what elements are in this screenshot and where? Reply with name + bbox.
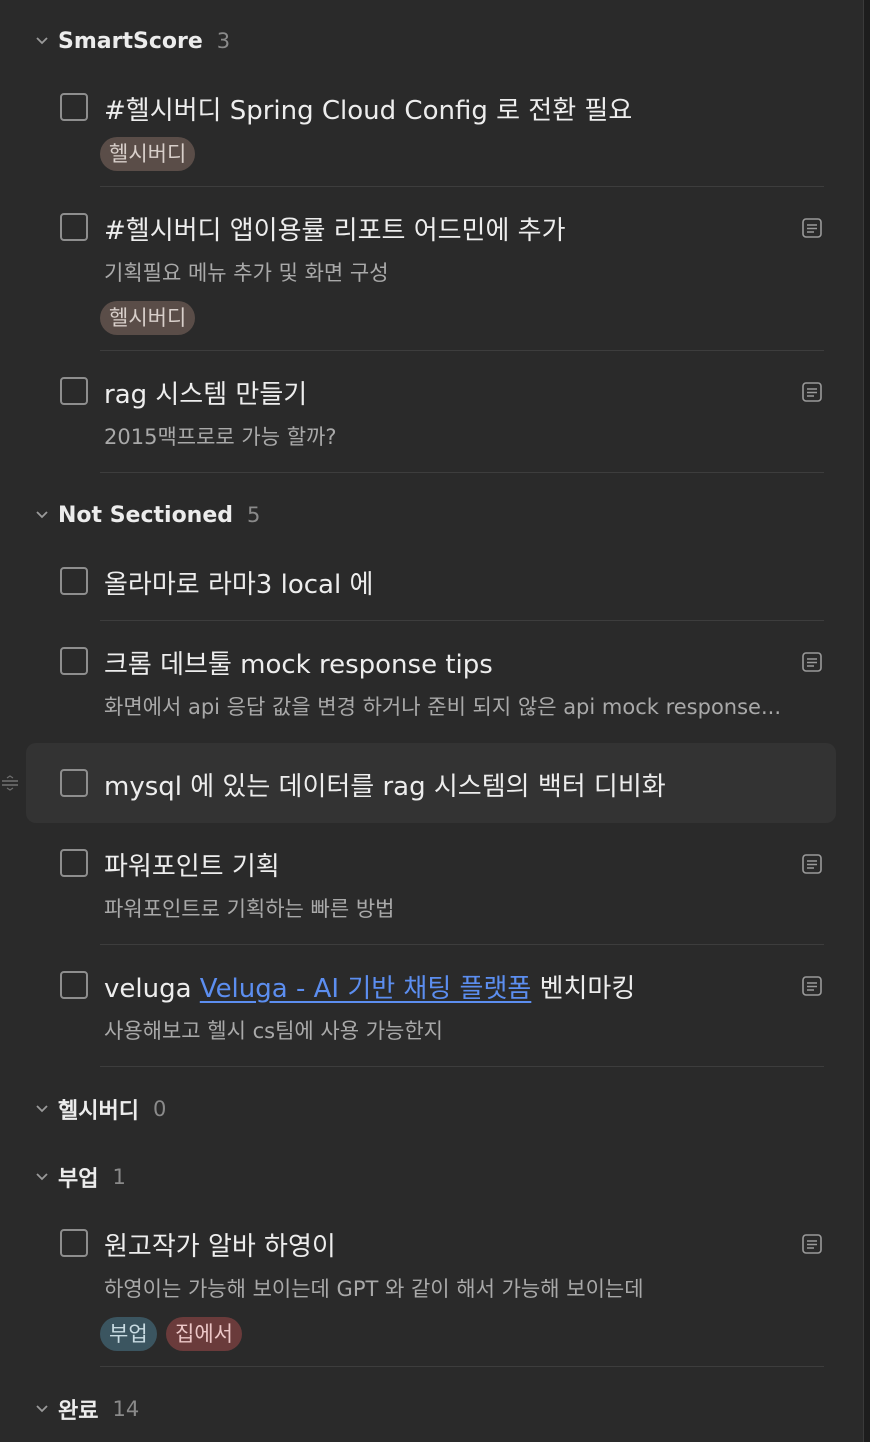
note-icon[interactable]	[801, 381, 823, 403]
divider	[100, 1366, 824, 1367]
tag-at-home[interactable]: 집에서	[166, 1317, 242, 1351]
tag-healthbuddy[interactable]: 헬시버디	[100, 301, 196, 335]
section-header-smartscore[interactable]: SmartScore 3	[32, 26, 230, 56]
note-icon[interactable]	[801, 651, 823, 673]
section-count: 3	[216, 29, 231, 53]
task-description: 기획필요 메뉴 추가 및 화면 구성	[104, 261, 389, 285]
task-title: 파워포인트 기획	[104, 852, 280, 882]
section-header-done[interactable]: 완료 14	[32, 1394, 139, 1424]
section-title: 헬시버디	[58, 1099, 139, 1124]
section-header-healthbuddy[interactable]: 헬시버디 0	[32, 1094, 166, 1124]
task-description: 파워포인트로 기획하는 빠른 방법	[104, 897, 395, 921]
task-title-suffix: 벤치마킹	[531, 974, 636, 1004]
task-title: #헬시버디 Spring Cloud Config 로 전환 필요	[104, 96, 633, 126]
task-title-prefix: veluga	[104, 974, 200, 1004]
task-checkbox[interactable]	[60, 213, 88, 241]
section-title: Not Sectioned	[58, 502, 234, 528]
task-checkbox[interactable]	[60, 1229, 88, 1257]
task-title: 크롬 데브툴 mock response tips	[104, 650, 493, 680]
task-description: 2015맥프로로 가능 할까?	[104, 425, 337, 449]
divider	[100, 1066, 824, 1067]
note-icon[interactable]	[801, 217, 823, 239]
task-title: mysql 에 있는 데이터를 rag 시스템의 백터 디비화	[104, 772, 666, 802]
divider	[100, 350, 824, 351]
divider	[100, 620, 824, 621]
drag-handle-icon[interactable]	[0, 775, 20, 793]
section-count: 14	[112, 1397, 140, 1421]
note-icon[interactable]	[801, 853, 823, 875]
divider	[100, 944, 824, 945]
tag-sidejob[interactable]: 부업	[100, 1317, 157, 1351]
section-title: 부업	[58, 1167, 99, 1192]
section-count: 5	[247, 503, 261, 527]
task-checkbox[interactable]	[60, 93, 88, 121]
section-title: SmartScore	[58, 28, 203, 54]
task-checkbox[interactable]	[60, 567, 88, 595]
section-header-sidejob[interactable]: 부업 1	[32, 1162, 126, 1192]
section-title: 완료	[58, 1399, 99, 1424]
section-header-not-sectioned[interactable]: Not Sectioned 5	[32, 500, 260, 530]
task-checkbox[interactable]	[60, 849, 88, 877]
tag-healthbuddy[interactable]: 헬시버디	[100, 137, 196, 171]
task-description: 화면에서 api 응답 값을 변경 하거나 준비 되지 않은 api mock …	[104, 695, 781, 719]
task-checkbox[interactable]	[60, 971, 88, 999]
task-title-link[interactable]: Veluga - AI 기반 채팅 플랫폼	[200, 974, 532, 1004]
chevron-down-icon[interactable]	[32, 505, 52, 525]
task-title: 원고작가 알바 하영이	[104, 1232, 336, 1262]
section-count: 1	[112, 1165, 126, 1189]
window-edge	[863, 0, 870, 1442]
chevron-down-icon[interactable]	[32, 1099, 52, 1119]
task-checkbox[interactable]	[60, 769, 88, 797]
task-checkbox[interactable]	[60, 377, 88, 405]
task-checkbox[interactable]	[60, 647, 88, 675]
section-count: 0	[152, 1097, 167, 1121]
chevron-down-icon[interactable]	[32, 1399, 52, 1419]
task-title: #헬시버디 앱이용률 리포트 어드민에 추가	[104, 216, 566, 246]
divider	[100, 472, 824, 473]
task-title: 올라마로 라마3 local 에	[104, 570, 374, 600]
note-icon[interactable]	[801, 975, 823, 997]
task-description: 사용해보고 헬시 cs팀에 사용 가능한지	[104, 1019, 443, 1043]
task-title: rag 시스템 만들기	[104, 380, 308, 410]
task-description: 하영이는 가능해 보이는데 GPT 와 같이 해서 가능해 보이는데	[104, 1277, 644, 1301]
note-icon[interactable]	[801, 1233, 823, 1255]
divider	[100, 186, 824, 187]
task-title: veluga Veluga - AI 기반 채팅 플랫폼 벤치마킹	[104, 968, 635, 1005]
chevron-down-icon[interactable]	[32, 31, 52, 51]
chevron-down-icon[interactable]	[32, 1167, 52, 1187]
